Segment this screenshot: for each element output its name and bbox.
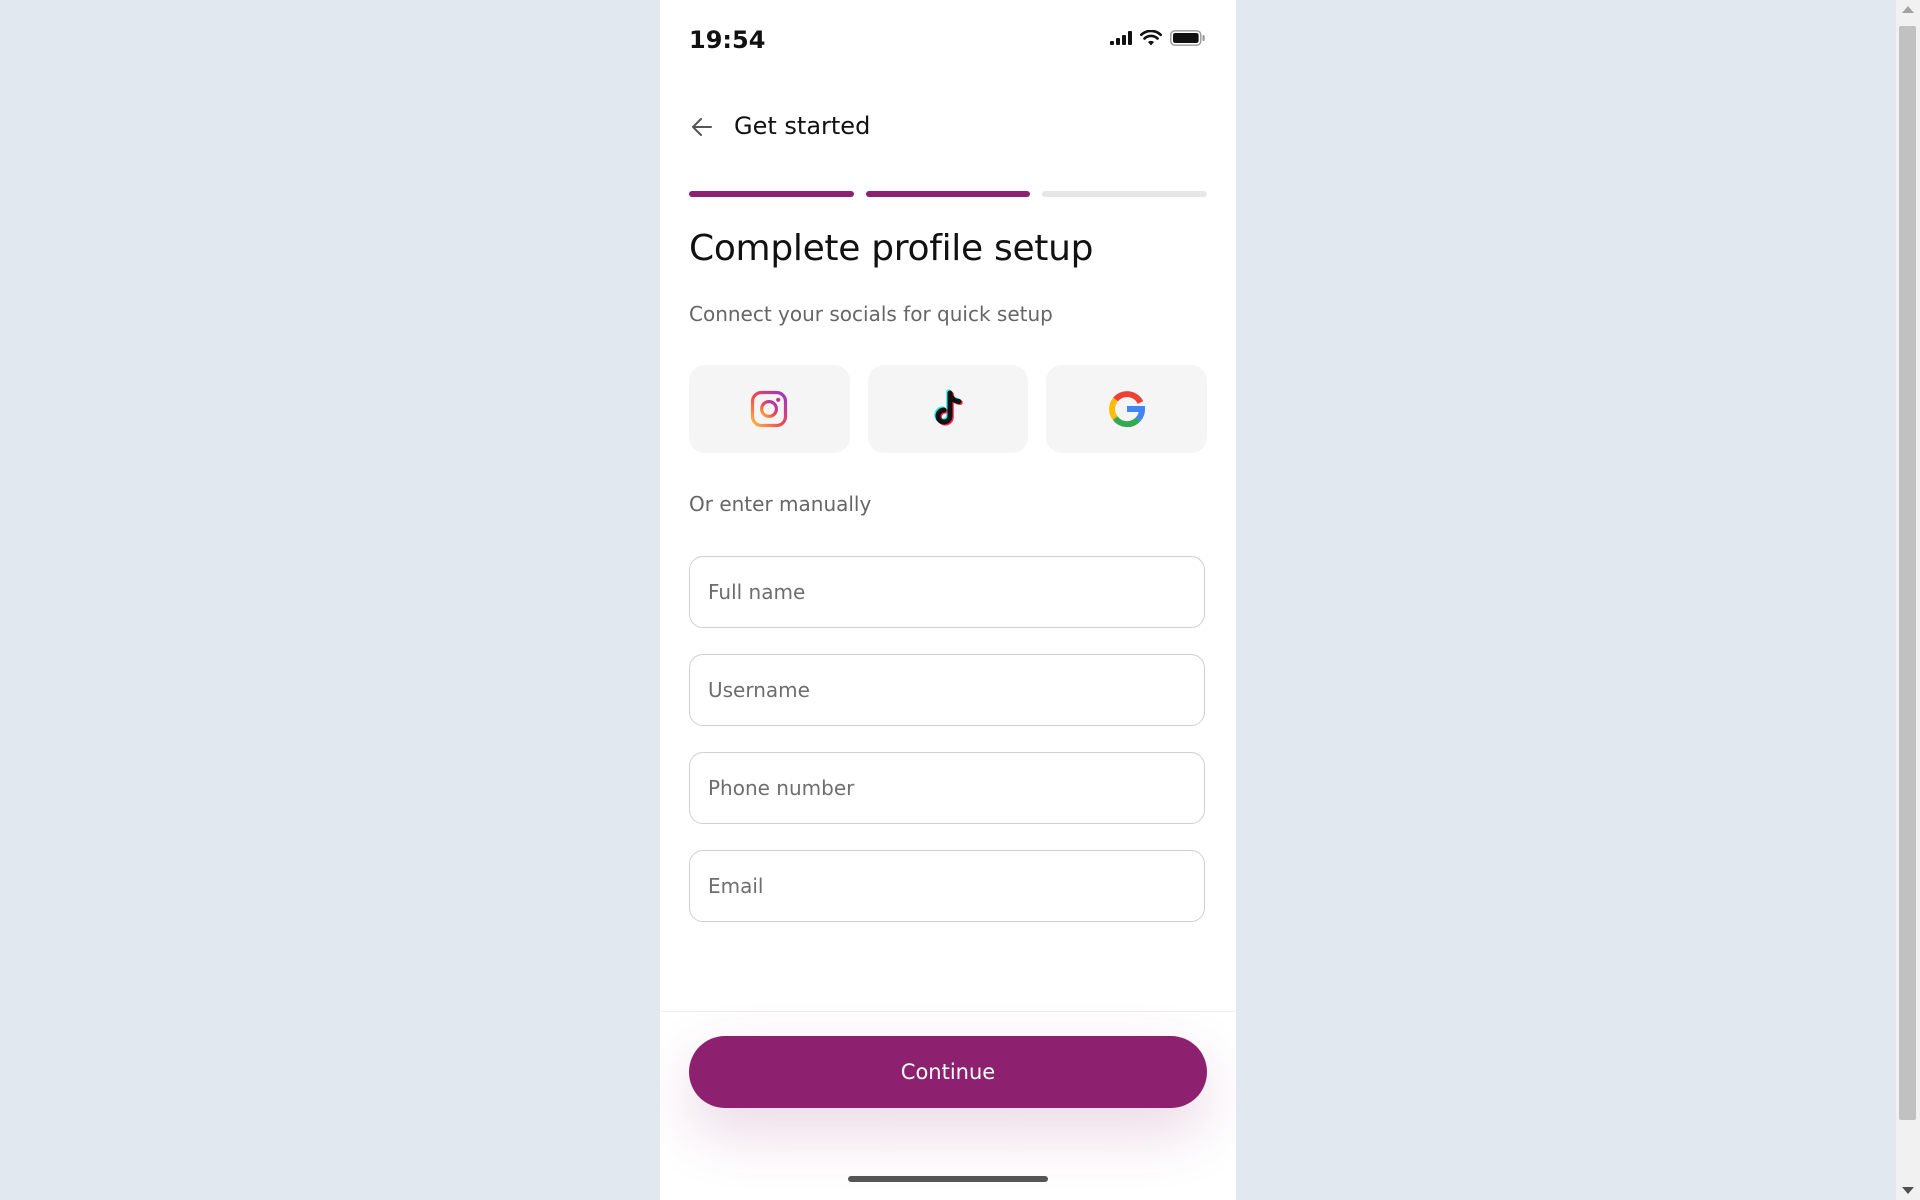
battery-icon xyxy=(1170,30,1205,46)
tiktok-button[interactable] xyxy=(867,365,1029,453)
phone-input[interactable] xyxy=(708,753,1178,823)
full-name-input[interactable] xyxy=(708,557,1178,627)
username-input[interactable] xyxy=(708,655,1178,725)
progress-step-1 xyxy=(689,191,854,197)
header-title: Get started xyxy=(734,112,871,140)
phone-field-wrapper xyxy=(689,752,1205,824)
full-name-field-wrapper xyxy=(689,556,1205,628)
scroll-up-arrow-icon[interactable] xyxy=(1902,6,1914,13)
page-scrollbar[interactable] xyxy=(1895,0,1920,1200)
continue-button[interactable]: Continue xyxy=(689,1036,1207,1108)
page-background: 19:54 Get started Complete profile setup… xyxy=(0,0,1896,1200)
email-field-wrapper xyxy=(689,850,1205,922)
signal-icon xyxy=(1110,31,1132,45)
status-time: 19:54 xyxy=(689,26,766,54)
arrow-left-icon[interactable] xyxy=(689,114,715,140)
tiktok-icon xyxy=(934,389,963,426)
scrollbar-thumb[interactable] xyxy=(1899,26,1916,1120)
footer: Continue xyxy=(660,1011,1236,1200)
progress-step-2 xyxy=(865,191,1031,197)
google-icon xyxy=(1108,391,1145,428)
status-bar: 19:54 xyxy=(660,0,1236,84)
google-button[interactable] xyxy=(1046,365,1208,453)
manual-entry-label: Or enter manually xyxy=(689,492,872,516)
progress-step-3 xyxy=(1042,191,1208,197)
page-subtitle: Connect your socials for quick setup xyxy=(689,302,1053,326)
page-title: Complete profile setup xyxy=(689,228,1094,269)
home-indicator xyxy=(848,1176,1048,1182)
header: Get started xyxy=(660,100,1236,156)
progress-bar xyxy=(689,191,1208,197)
email-input[interactable] xyxy=(708,851,1178,921)
instagram-button[interactable] xyxy=(689,365,850,453)
username-field-wrapper xyxy=(689,654,1205,726)
wifi-icon xyxy=(1140,30,1162,46)
phone-frame: 19:54 Get started Complete profile setup… xyxy=(660,0,1236,1200)
scroll-down-arrow-icon[interactable] xyxy=(1902,1187,1914,1194)
instagram-icon xyxy=(751,390,788,428)
status-icons xyxy=(1110,30,1206,46)
social-buttons xyxy=(689,365,1208,455)
